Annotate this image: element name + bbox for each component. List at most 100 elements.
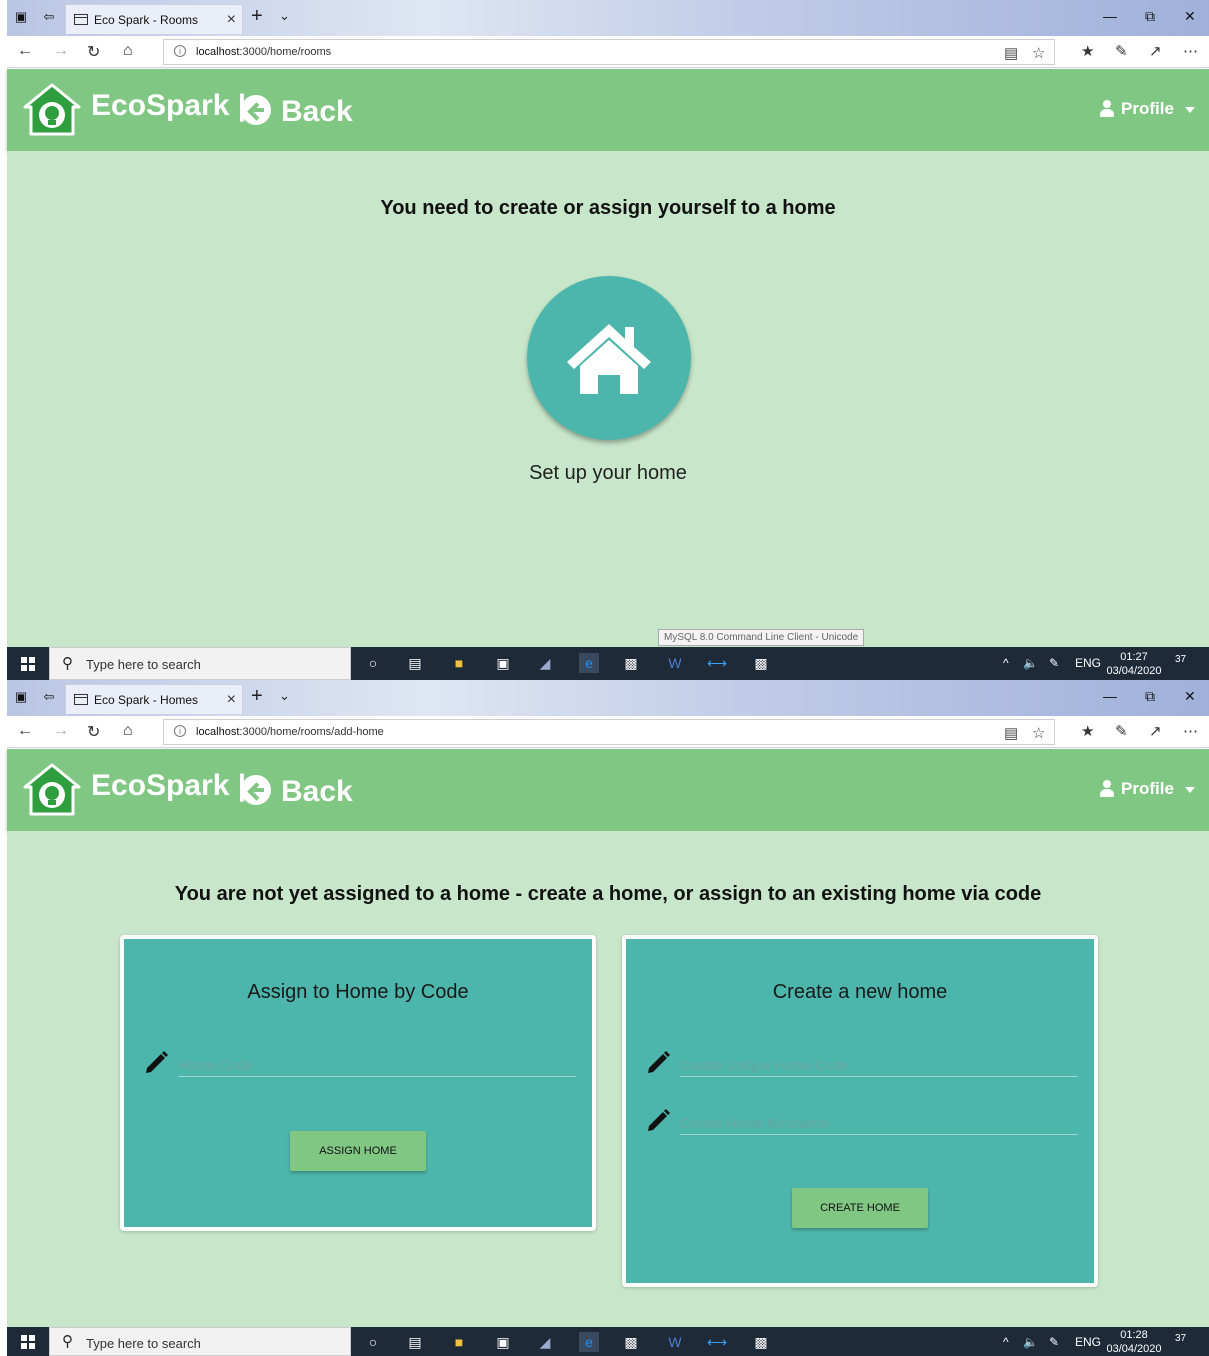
tab-actions-icon[interactable]: ▣ bbox=[13, 689, 29, 705]
windows-start-icon[interactable] bbox=[21, 657, 35, 671]
restore-icon[interactable]: ⧉ bbox=[1145, 688, 1155, 705]
home-icon[interactable]: ⌂ bbox=[123, 722, 133, 740]
chevron-down-icon[interactable]: ⌄ bbox=[279, 688, 290, 704]
tab-actions-icon[interactable]: ▣ bbox=[13, 9, 29, 25]
favorite-star-icon[interactable]: ☆ bbox=[1032, 724, 1045, 742]
browser-tab[interactable]: Eco Spark - Rooms × bbox=[65, 4, 243, 34]
info-icon[interactable]: i bbox=[174, 725, 186, 737]
clock-date: 03/04/2020 bbox=[1106, 665, 1162, 677]
tab-title: Eco Spark - Rooms bbox=[94, 13, 199, 27]
share-icon[interactable]: ↗ bbox=[1149, 42, 1162, 60]
ecospark-logo[interactable] bbox=[21, 82, 83, 138]
page-heading: You need to create or assign yourself to… bbox=[380, 197, 836, 219]
terminal-icon[interactable]: ▩ bbox=[621, 1332, 641, 1352]
url-field[interactable]: i localhost:3000/home/rooms ▤ ☆ bbox=[163, 39, 1055, 65]
app-body: You need to create or assign yourself to… bbox=[7, 151, 1209, 647]
volume-icon[interactable]: 🔈 bbox=[1023, 1335, 1038, 1349]
new-tab-icon[interactable]: + bbox=[251, 685, 263, 708]
file-explorer-icon[interactable]: ■ bbox=[449, 653, 469, 673]
forward-arrow-icon[interactable]: → bbox=[53, 42, 69, 60]
chevron-up-icon[interactable]: ^ bbox=[1003, 1335, 1009, 1349]
task-view-icon[interactable]: ▤ bbox=[405, 1332, 425, 1352]
close-tab-icon[interactable]: × bbox=[227, 11, 236, 29]
pencil-icon bbox=[648, 1051, 670, 1073]
ecospark-logo[interactable] bbox=[21, 762, 83, 818]
windows-start-icon[interactable] bbox=[21, 1335, 35, 1349]
mysql-client-icon[interactable]: ▩ bbox=[751, 653, 771, 673]
pen-icon[interactable]: ✎ bbox=[1115, 722, 1128, 740]
favorites-list-icon[interactable]: ★ bbox=[1081, 42, 1094, 60]
taskbar-search[interactable]: ⚲ Type here to search bbox=[49, 1327, 351, 1356]
cortana-icon[interactable]: ○ bbox=[363, 653, 383, 673]
forward-arrow-icon[interactable]: → bbox=[53, 722, 69, 740]
info-icon[interactable]: i bbox=[174, 45, 186, 57]
word-icon[interactable]: W bbox=[665, 653, 685, 673]
home-icon[interactable]: ⌂ bbox=[123, 42, 133, 60]
close-tab-icon[interactable]: × bbox=[227, 691, 236, 709]
pen-icon[interactable]: ✎ bbox=[1115, 42, 1128, 60]
share-icon[interactable]: ↗ bbox=[1149, 722, 1162, 740]
pen-tray-icon[interactable]: ✎ bbox=[1049, 1335, 1059, 1349]
assign-home-button[interactable]: ASSIGN HOME bbox=[290, 1131, 426, 1171]
url-field[interactable]: i localhost:3000/home/rooms/add-home ▤ ☆ bbox=[163, 719, 1055, 745]
clock-date: 03/04/2020 bbox=[1106, 1343, 1162, 1355]
chevron-down-icon[interactable]: ⌄ bbox=[279, 8, 290, 24]
reading-view-icon[interactable]: ▤ bbox=[1004, 44, 1018, 62]
notification-count[interactable]: 37 bbox=[1175, 654, 1195, 672]
close-window-icon[interactable]: ✕ bbox=[1184, 8, 1196, 25]
assign-home-card: Assign to Home by Code ASSIGN HOME bbox=[120, 935, 596, 1231]
word-icon[interactable]: W bbox=[665, 1332, 685, 1352]
more-icon[interactable]: ⋯ bbox=[1183, 42, 1198, 60]
set-aside-tabs-icon[interactable]: ⇦ bbox=[41, 9, 57, 25]
notification-count[interactable]: 37 bbox=[1175, 1333, 1195, 1351]
unique-home-code-input[interactable] bbox=[680, 1053, 1078, 1077]
volume-icon[interactable]: 🔈 bbox=[1023, 656, 1038, 670]
file-explorer-icon[interactable]: ■ bbox=[449, 1332, 469, 1352]
edge-icon[interactable]: e bbox=[579, 653, 599, 673]
more-icon[interactable]: ⋯ bbox=[1183, 722, 1198, 740]
back-arrow-icon[interactable]: ← bbox=[17, 722, 33, 740]
language-indicator[interactable]: ENG bbox=[1075, 656, 1101, 670]
search-icon: ⚲ bbox=[62, 655, 73, 672]
browser-titlebar: ▣ ⇦ Eco Spark - Homes × + ⌄ — ⧉ ✕ bbox=[7, 680, 1209, 716]
favorite-star-icon[interactable]: ☆ bbox=[1032, 44, 1045, 62]
store-icon[interactable]: ▣ bbox=[493, 1332, 513, 1352]
vscode-icon[interactable]: ⟷ bbox=[707, 653, 727, 673]
assign-card-title: Assign to Home by Code bbox=[247, 981, 469, 1003]
browser-tab[interactable]: Eco Spark - Homes × bbox=[65, 684, 243, 714]
home-code-input[interactable] bbox=[178, 1053, 576, 1077]
setup-home-button[interactable] bbox=[527, 276, 691, 440]
cortana-icon[interactable]: ○ bbox=[363, 1332, 383, 1352]
pen-tray-icon[interactable]: ✎ bbox=[1049, 656, 1059, 670]
minimize-icon[interactable]: — bbox=[1103, 688, 1117, 704]
favorites-list-icon[interactable]: ★ bbox=[1081, 722, 1094, 740]
refresh-icon[interactable]: ↻ bbox=[87, 42, 100, 62]
app-icon[interactable]: ◢ bbox=[535, 1332, 555, 1352]
close-window-icon[interactable]: ✕ bbox=[1184, 688, 1196, 705]
vscode-icon[interactable]: ⟷ bbox=[707, 1332, 727, 1352]
home-nickname-input[interactable] bbox=[680, 1111, 1078, 1135]
taskbar-search[interactable]: ⚲ Type here to search bbox=[49, 647, 351, 680]
refresh-icon[interactable]: ↻ bbox=[87, 722, 100, 742]
create-home-button[interactable]: CREATE HOME bbox=[792, 1188, 928, 1228]
clock[interactable]: 01:28 03/04/2020 bbox=[1105, 1328, 1163, 1356]
clock[interactable]: 01:27 03/04/2020 bbox=[1105, 650, 1163, 678]
setup-home-label[interactable]: Set up your home bbox=[7, 462, 1209, 485]
edge-icon[interactable]: e bbox=[579, 1332, 599, 1352]
new-tab-icon[interactable]: + bbox=[251, 5, 263, 28]
app-icon[interactable]: ◢ bbox=[535, 653, 555, 673]
brand-title[interactable]: EcoSpark | bbox=[91, 769, 246, 803]
brand-title[interactable]: EcoSpark | bbox=[91, 89, 246, 123]
reading-view-icon[interactable]: ▤ bbox=[1004, 724, 1018, 742]
minimize-icon[interactable]: — bbox=[1103, 8, 1117, 24]
back-arrow-icon[interactable]: ← bbox=[17, 42, 33, 60]
chevron-up-icon[interactable]: ^ bbox=[1003, 656, 1009, 670]
task-view-icon[interactable]: ▤ bbox=[405, 653, 425, 673]
set-aside-tabs-icon[interactable]: ⇦ bbox=[41, 689, 57, 705]
house-icon bbox=[567, 324, 651, 394]
restore-icon[interactable]: ⧉ bbox=[1145, 8, 1155, 25]
mysql-client-icon[interactable]: ▩ bbox=[751, 1332, 771, 1352]
language-indicator[interactable]: ENG bbox=[1075, 1335, 1101, 1349]
terminal-icon[interactable]: ▩ bbox=[621, 653, 641, 673]
store-icon[interactable]: ▣ bbox=[493, 653, 513, 673]
